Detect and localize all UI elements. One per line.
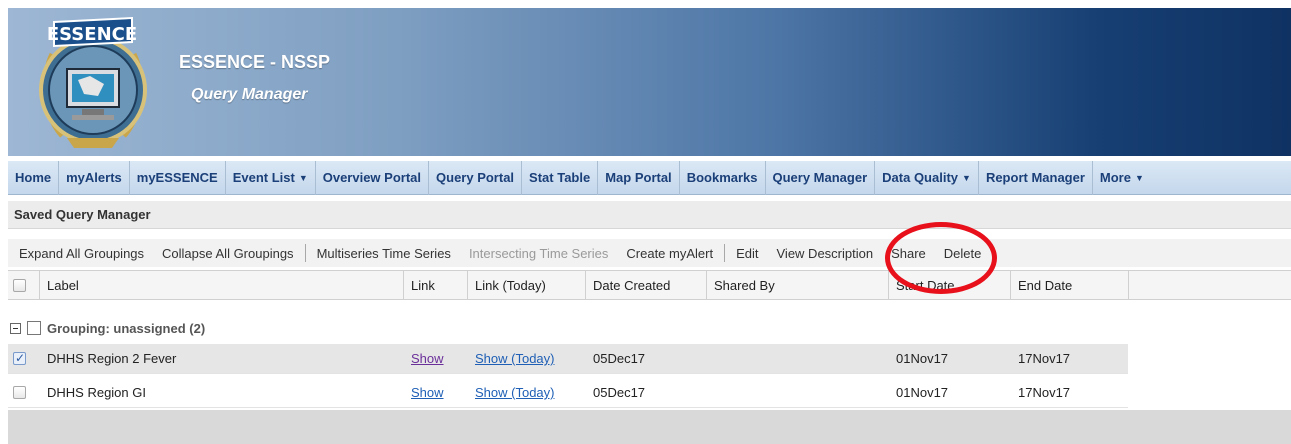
essence-logo: ESSENCE xyxy=(39,16,147,148)
row-link-today-cell: Show (Today) xyxy=(468,378,586,408)
show-today-link[interactable]: Show (Today) xyxy=(475,385,554,400)
col-link-today[interactable]: Link (Today) xyxy=(468,271,586,299)
query-toolbar: Expand All Groupings Collapse All Groupi… xyxy=(8,239,1291,267)
show-link[interactable]: Show xyxy=(411,385,444,400)
multiseries-button[interactable]: Multiseries Time Series xyxy=(308,246,460,261)
row-checkbox-cell xyxy=(8,344,40,374)
table-row[interactable]: DHHS Region GI Show Show (Today) 05Dec17… xyxy=(8,378,1128,408)
row-checkbox[interactable] xyxy=(13,386,26,399)
col-link[interactable]: Link xyxy=(404,271,468,299)
app-header: ESSENCE ESSENCE - NSSP Query Manager xyxy=(8,8,1291,156)
grouping-row: Grouping: unassigned (2) xyxy=(8,316,1128,340)
app-subtitle: Query Manager xyxy=(191,86,308,103)
table-row[interactable]: DHHS Region 2 Fever Show Show (Today) 05… xyxy=(8,344,1128,374)
nav-query-manager[interactable]: Query Manager xyxy=(766,160,876,195)
nav-stat-table[interactable]: Stat Table xyxy=(522,160,599,195)
select-all-checkbox[interactable] xyxy=(13,278,26,292)
row-link-cell: Show xyxy=(404,378,468,408)
app-title: ESSENCE - NSSP xyxy=(179,52,331,72)
row-shared-by xyxy=(707,344,889,374)
create-alert-button[interactable]: Create myAlert xyxy=(617,246,722,261)
view-description-button[interactable]: View Description xyxy=(768,246,883,261)
expand-all-button[interactable]: Expand All Groupings xyxy=(10,246,153,261)
row-start-date: 01Nov17 xyxy=(896,385,949,400)
svg-text:ESSENCE: ESSENCE xyxy=(47,24,137,45)
toolbar-divider xyxy=(724,244,726,262)
row-checkbox[interactable] xyxy=(13,351,26,365)
nav-query-portal[interactable]: Query Portal xyxy=(429,160,523,195)
collapse-group-icon[interactable] xyxy=(10,322,21,334)
row-end-date: 17Nov17 xyxy=(1018,385,1071,400)
nav-more[interactable]: More ▼ xyxy=(1093,161,1151,195)
row-label: DHHS Region GI xyxy=(47,385,146,400)
row-link-today-cell: Show (Today) xyxy=(468,344,586,374)
nav-bookmarks[interactable]: Bookmarks xyxy=(680,160,766,195)
grid-header: Label Link Link (Today) Date Created Sha… xyxy=(8,270,1291,300)
nav-report-manager[interactable]: Report Manager xyxy=(979,160,1093,195)
row-end-date: 17Nov17 xyxy=(1018,351,1071,366)
row-start-date: 01Nov17 xyxy=(896,351,949,366)
row-shared-by xyxy=(707,378,889,408)
group-checkbox[interactable] xyxy=(27,321,41,335)
row-checkbox-cell xyxy=(8,378,40,408)
nav-data-quality[interactable]: Data Quality ▼ xyxy=(875,160,979,195)
caret-down-icon: ▼ xyxy=(1134,172,1144,183)
group-label: Grouping: unassigned (2) xyxy=(47,320,206,336)
col-date-created[interactable]: Date Created xyxy=(586,271,707,299)
select-all-cell xyxy=(8,271,40,299)
show-link[interactable]: Show xyxy=(411,351,444,366)
nav-home[interactable]: Home xyxy=(8,160,60,195)
annotation-circle xyxy=(885,222,997,294)
nav-myessence[interactable]: myESSENCE xyxy=(130,160,226,195)
main-navbar: Home myAlerts myESSENCE Event List ▼ Over… xyxy=(8,160,1291,195)
row-date-created: 05Dec17 xyxy=(593,385,646,400)
row-link-cell: Show xyxy=(404,344,468,374)
collapse-all-button[interactable]: Collapse All Groupings xyxy=(153,246,303,261)
show-today-link[interactable]: Show (Today) xyxy=(475,351,554,366)
col-end-date[interactable]: End Date xyxy=(1011,271,1129,299)
caret-down-icon: ▼ xyxy=(298,172,308,183)
row-date-created: 05Dec17 xyxy=(593,351,646,366)
col-shared-by[interactable]: Shared By xyxy=(707,271,889,299)
edit-button[interactable]: Edit xyxy=(727,246,767,261)
footer-band xyxy=(8,410,1291,444)
nav-map-portal[interactable]: Map Portal xyxy=(598,160,680,195)
nav-overview-portal[interactable]: Overview Portal xyxy=(316,160,430,195)
nav-myalerts[interactable]: myAlerts xyxy=(59,160,130,195)
section-title: Saved Query Manager xyxy=(8,201,1291,229)
toolbar-divider xyxy=(304,244,306,262)
row-label: DHHS Region 2 Fever xyxy=(47,351,177,366)
nav-event-list[interactable]: Event List ▼ xyxy=(226,160,316,195)
caret-down-icon: ▼ xyxy=(962,172,971,183)
col-label[interactable]: Label xyxy=(40,271,404,299)
intersecting-button[interactable]: Intersecting Time Series xyxy=(460,246,617,261)
